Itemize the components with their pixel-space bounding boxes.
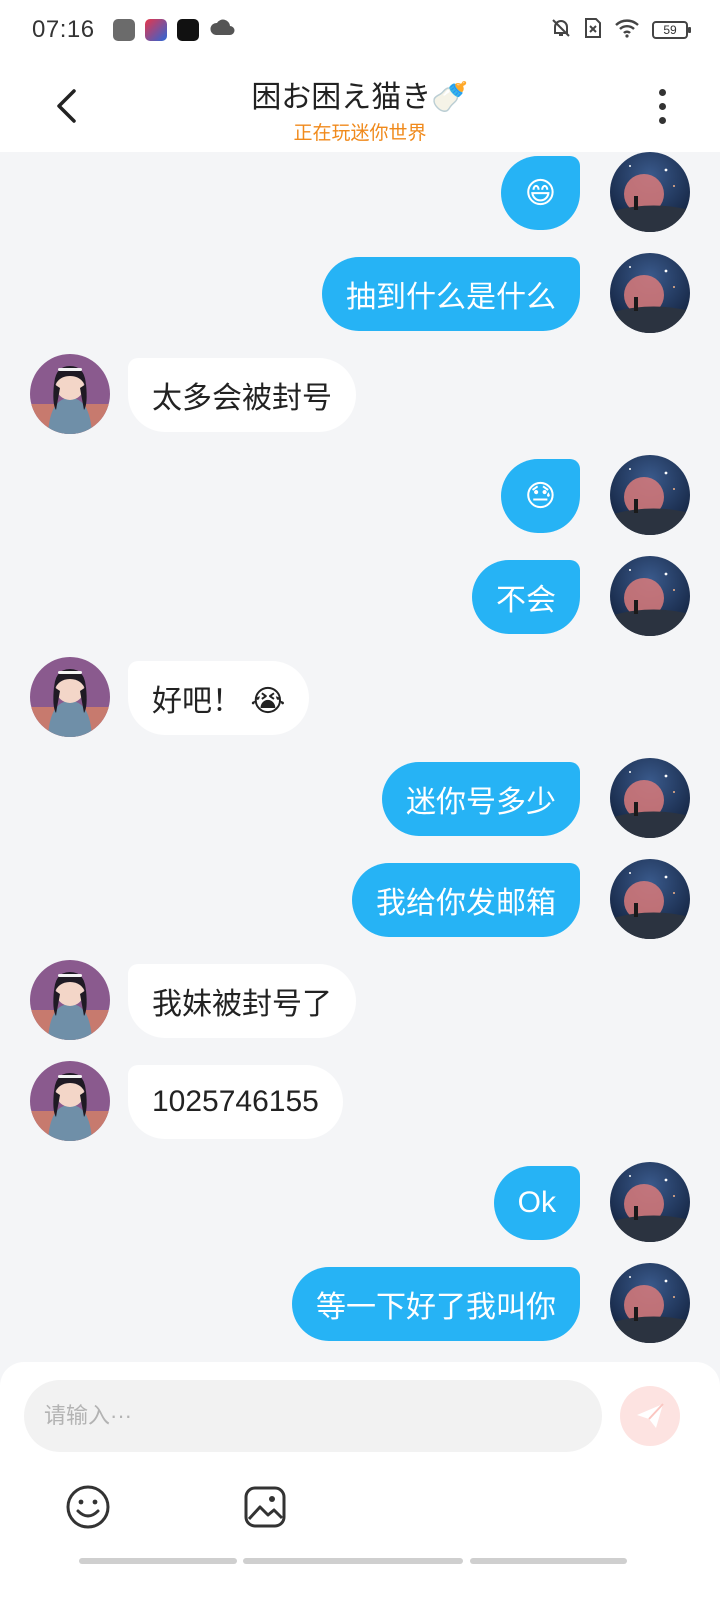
message-row: 😓 xyxy=(0,455,720,535)
chat-subtitle: 正在玩迷你世界 xyxy=(293,123,427,144)
my-avatar[interactable] xyxy=(610,859,690,939)
message-row: Ok xyxy=(0,1162,720,1242)
my-avatar[interactable] xyxy=(610,152,690,232)
app-icon-1 xyxy=(112,19,135,41)
keyboard-hint-bar xyxy=(470,1558,627,1564)
composer xyxy=(0,1362,720,1600)
contact-message-bubble[interactable]: 太多会被封号 xyxy=(128,358,356,432)
message-list[interactable]: 😄 抽到什么是什么 太多会被封号 😓 不会 好吧！ 😭 迷你号多少 我给你发邮箱… xyxy=(0,152,720,1362)
emoji-button[interactable] xyxy=(63,1482,113,1532)
status-app-icons xyxy=(112,17,235,44)
status-time: 07:16 xyxy=(32,16,95,43)
message-row: 1025746155 xyxy=(0,1061,720,1141)
more-vertical-icon xyxy=(658,88,666,96)
tiktok-icon xyxy=(176,19,199,41)
sim-off-icon xyxy=(584,17,602,44)
contact-message-bubble[interactable]: 好吧！ 😭 xyxy=(128,661,310,735)
message-row: 太多会被封号 xyxy=(0,354,720,434)
message-row: 等一下好了我叫你 xyxy=(0,1263,720,1343)
my-message-bubble[interactable]: 抽到什么是什么 xyxy=(322,257,580,331)
my-avatar[interactable] xyxy=(610,455,690,535)
my-message-bubble[interactable]: 我给你发邮箱 xyxy=(352,863,580,937)
contact-message-bubble[interactable]: 1025746155 xyxy=(128,1065,343,1139)
image-icon xyxy=(244,1486,286,1528)
message-row: 迷你号多少 xyxy=(0,758,720,838)
send-icon xyxy=(637,1403,664,1428)
app-icon-2 xyxy=(144,19,167,41)
wifi-icon xyxy=(614,17,640,44)
mute-bell-icon xyxy=(550,17,572,44)
my-avatar[interactable] xyxy=(610,1263,690,1343)
my-avatar[interactable] xyxy=(610,556,690,636)
my-message-bubble[interactable]: 不会 xyxy=(472,560,580,634)
battery-icon: 59 xyxy=(652,21,691,39)
message-row: 好吧！ 😭 xyxy=(0,657,720,737)
message-row: 我妹被封号了 xyxy=(0,960,720,1040)
my-avatar[interactable] xyxy=(610,253,690,333)
my-message-bubble[interactable]: 😄 xyxy=(500,156,580,230)
contact-message-bubble[interactable]: 我妹被封号了 xyxy=(128,964,356,1038)
chat-title: 困お困え猫き🍼 xyxy=(251,81,469,114)
my-message-bubble[interactable]: 等一下好了我叫你 xyxy=(292,1267,580,1341)
keyboard-hint-bar xyxy=(79,1558,237,1564)
my-avatar[interactable] xyxy=(610,758,690,838)
cloud-icon xyxy=(209,17,235,44)
my-avatar[interactable] xyxy=(610,1162,690,1242)
message-row: 抽到什么是什么 xyxy=(0,253,720,333)
my-message-bubble[interactable]: 😓 xyxy=(500,459,580,533)
message-row: 我给你发邮箱 xyxy=(0,859,720,939)
more-options-button[interactable] xyxy=(644,82,680,130)
image-button[interactable] xyxy=(240,1482,290,1532)
my-message-bubble[interactable]: 迷你号多少 xyxy=(382,762,580,836)
title-block: 困お困え猫き🍼 正在玩迷你世界 xyxy=(0,72,720,145)
contact-avatar[interactable] xyxy=(30,1061,110,1141)
message-row: 不会 xyxy=(0,556,720,636)
status-bar: 07:16 59 xyxy=(0,0,720,60)
smiley-icon xyxy=(66,1485,110,1529)
status-indicators: 59 xyxy=(550,17,691,44)
contact-avatar[interactable] xyxy=(30,657,110,737)
keyboard-hint-bar xyxy=(243,1558,463,1564)
message-input[interactable] xyxy=(24,1380,602,1452)
contact-avatar[interactable] xyxy=(30,354,110,434)
chat-header: 困お困え猫き🍼 正在玩迷你世界 xyxy=(0,60,720,152)
contact-avatar[interactable] xyxy=(30,960,110,1040)
send-button[interactable] xyxy=(620,1386,680,1446)
message-row: 😄 xyxy=(0,152,720,232)
my-message-bubble[interactable]: Ok xyxy=(493,1166,580,1240)
